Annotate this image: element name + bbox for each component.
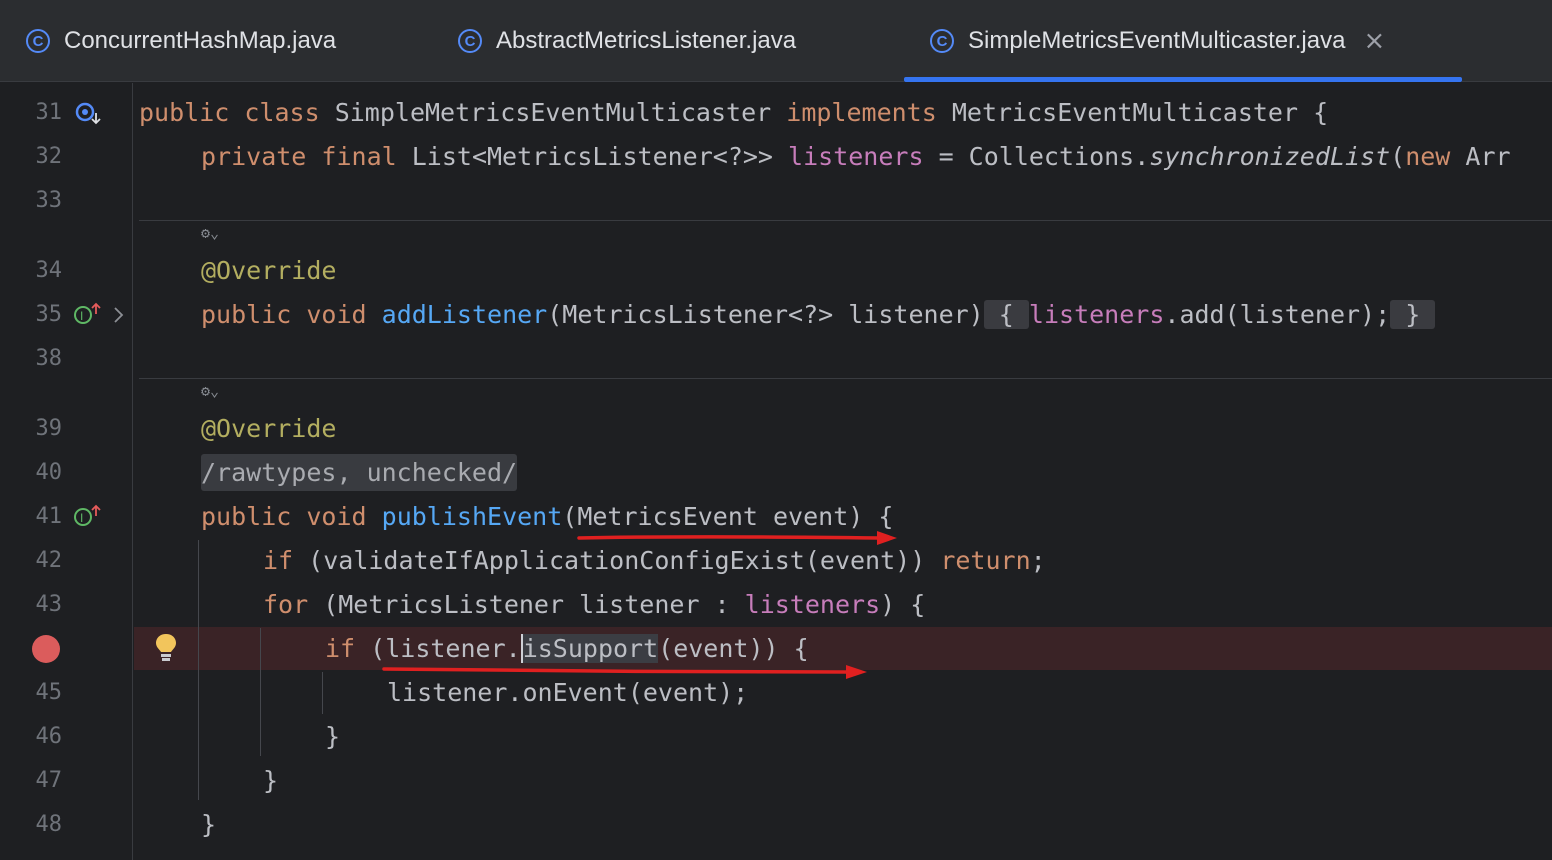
code-line-35[interactable]: public void addListener(MetricsListener<… (201, 293, 1436, 337)
close-icon[interactable]: × (1363, 26, 1385, 56)
type-name: List<MetricsListener<?>> (411, 142, 773, 171)
code-text: = Collections. (923, 142, 1150, 171)
code-line-43[interactable]: for (MetricsListener listener : listener… (263, 583, 925, 627)
keyword: final (321, 142, 397, 171)
ai-hint-icon[interactable]: ⚙⌄ (201, 382, 219, 400)
code-text: ; (1030, 546, 1046, 575)
line-number: 39 (35, 416, 63, 441)
line-number: 41 (35, 504, 63, 529)
field-name: listeners (744, 590, 881, 619)
code-text: ( (1390, 142, 1406, 171)
folded-brace[interactable]: { (983, 300, 1029, 329)
code-text: ) { (880, 590, 926, 619)
line-number: 46 (35, 724, 63, 749)
indent-guide (260, 628, 261, 756)
folded-brace[interactable]: } (1390, 300, 1436, 329)
tab-label: AbstractMetricsListener.java (496, 27, 797, 54)
code-line-34[interactable]: @Override (201, 249, 336, 293)
code-text: (MetricsListener listener : (308, 590, 745, 619)
class-icon: C (458, 29, 482, 53)
code-line-48[interactable]: } (201, 803, 216, 847)
class-icon: C (930, 29, 954, 53)
method-name: publishEvent (381, 502, 563, 531)
field-name: listeners (1028, 300, 1165, 329)
svg-text:I: I (80, 309, 83, 323)
line-number: 38 (35, 346, 63, 371)
code-text: .add(listener); (1164, 300, 1391, 329)
brace: } (1405, 300, 1421, 329)
keyword: if (263, 546, 294, 575)
keyword: if (325, 634, 356, 663)
keyword: public (201, 300, 292, 329)
selected-method-call[interactable]: isSupport (520, 634, 659, 663)
class-icon: C (26, 29, 50, 53)
keyword: public (201, 502, 292, 531)
code-line-47[interactable]: } (263, 759, 278, 803)
line-number: 42 (35, 548, 63, 573)
class-name: SimpleMetricsEventMulticaster (334, 98, 772, 127)
tab-label: ConcurrentHashMap.java (64, 27, 337, 54)
code-text: (MetricsListener<?> listener) (547, 300, 984, 329)
line-number: 43 (35, 592, 63, 617)
code-line-39[interactable]: @Override (201, 407, 336, 451)
static-method: synchronizedList (1149, 142, 1391, 171)
implemented-by-icon[interactable] (74, 101, 104, 127)
keyword: implements (786, 98, 937, 127)
method-separator (139, 378, 1552, 379)
method-name: addListener (381, 300, 548, 329)
code-text: (listener. (355, 634, 521, 663)
line-number: 48 (35, 812, 63, 837)
line-number: 32 (35, 144, 63, 169)
field-name: listeners (788, 142, 924, 171)
active-tab-indicator (904, 77, 1462, 82)
chevron-right-icon[interactable] (112, 305, 126, 325)
line-number: 45 (35, 680, 63, 705)
indent-guide (198, 540, 199, 800)
tab-abstractmetricslistener[interactable]: C AbstractMetricsListener.java (458, 0, 796, 82)
keyword: void (306, 300, 367, 329)
ai-hint-icon[interactable]: ⚙⌄ (201, 224, 219, 242)
code-text: Arr (1450, 142, 1511, 171)
editor-tab-bar: C ConcurrentHashMap.java C AbstractMetri… (0, 0, 1552, 82)
method-separator (139, 220, 1552, 221)
keyword: for (263, 590, 309, 619)
line-number: 31 (35, 100, 63, 125)
line-number: 40 (35, 460, 63, 485)
keyword: void (306, 502, 367, 531)
code-line-46[interactable]: } (325, 715, 340, 759)
code-text: (event)) { (658, 634, 809, 663)
red-arrow-annotation (382, 665, 867, 679)
svg-text:I: I (80, 511, 83, 525)
tab-label: SimpleMetricsEventMulticaster.java (968, 27, 1346, 54)
code-text: (validateIfApplicationConfigExist(event)… (293, 546, 941, 575)
keyword: private (201, 142, 307, 171)
code-line-32[interactable]: private final List<MetricsListener<?>> l… (201, 135, 1511, 179)
line-number: 47 (35, 768, 63, 793)
breakpoint-icon[interactable] (32, 635, 60, 663)
line-number: 33 (35, 188, 63, 213)
lightbulb-icon[interactable] (154, 632, 178, 664)
red-arrow-annotation (577, 531, 897, 545)
line-number: 35 (35, 302, 63, 327)
tab-simplemetricseventmulticaster[interactable]: C SimpleMetricsEventMulticaster.java × (904, 0, 1462, 82)
line-number: 34 (35, 258, 63, 283)
interface-name: MetricsEventMulticaster { (951, 98, 1329, 127)
keyword: return (940, 546, 1031, 575)
suppress-warnings-fold[interactable]: /rawtypes, unchecked/ (201, 454, 518, 491)
implements-method-icon[interactable]: I (72, 504, 104, 530)
keyword: new (1405, 142, 1451, 171)
keyword: public (139, 98, 230, 127)
implements-method-icon[interactable]: I (72, 302, 104, 328)
brace: { (998, 300, 1014, 329)
keyword: class (244, 98, 320, 127)
indent-guide (322, 672, 323, 714)
code-line-31[interactable]: public class SimpleMetricsEventMulticast… (139, 91, 1328, 135)
code-line-40[interactable]: /rawtypes, unchecked/ (201, 451, 518, 495)
tab-concurrenthashmap[interactable]: C ConcurrentHashMap.java (26, 0, 336, 82)
